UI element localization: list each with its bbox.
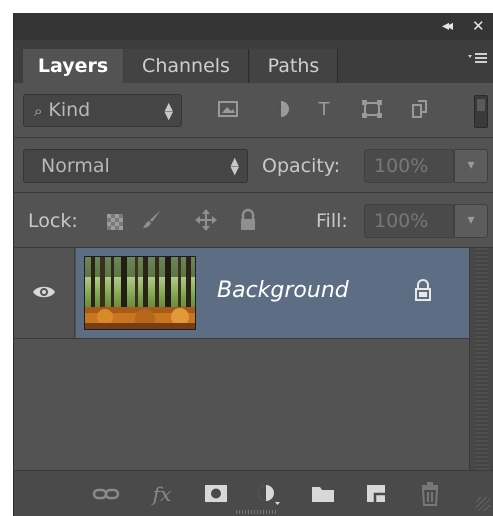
new-group-icon[interactable] [309,481,337,507]
opacity-field[interactable]: 100% [364,149,454,183]
opacity-label: Opacity: [262,155,341,177]
opacity-dropdown-button[interactable]: ▾ [454,149,488,183]
add-mask-icon[interactable] [202,481,230,507]
lock-all-icon[interactable] [236,207,260,233]
blend-mode-select[interactable]: Normal ▲ ▼ [23,149,248,183]
layers-list: Background [14,248,469,470]
type-filter-icon[interactable]: T [312,99,336,121]
layer-name[interactable]: Background [217,278,349,303]
tab-layers[interactable]: Layers [23,49,123,83]
tab-channels[interactable]: Channels [124,49,249,83]
resize-grip-corner[interactable] [476,497,490,511]
search-icon: ⌕ [34,102,43,120]
spin-arrows-icon: ▲ ▼ [164,100,173,122]
fill-field[interactable]: 100% [364,204,454,238]
layers-panel: ◂◂ ✕ Layers Channels Paths ⌕ Kind ▲▼ T [13,13,493,516]
layer-row[interactable]: Background [14,248,469,339]
chevron-down-icon: ▾ [467,157,475,173]
new-layer-icon[interactable] [362,481,390,507]
smart-object-filter-icon[interactable] [408,99,432,121]
panel-tabbar: Layers Channels Paths [14,40,493,83]
filter-kind-select[interactable]: ⌕ Kind ▲ ▼ [23,94,182,127]
panel-footer: fx [14,470,493,516]
lock-label: Lock: [28,210,78,232]
layers-scrollbar[interactable] [469,248,493,470]
visibility-toggle[interactable] [14,248,75,338]
lock-row: Lock: Fill: 100% ▾ [14,193,493,248]
close-icon[interactable]: ✕ [472,17,485,35]
filter-toggle-switch[interactable] [474,95,488,128]
eye-icon [33,286,55,298]
lock-position-icon[interactable] [194,207,218,233]
fx-icon[interactable]: fx [148,481,176,507]
filter-kind-label: Kind [48,99,91,121]
fill-dropdown-button[interactable]: ▾ [454,204,488,238]
link-layers-icon[interactable] [92,481,120,507]
shape-filter-icon[interactable] [360,99,384,121]
lock-transparent-pixels-icon[interactable] [107,214,123,230]
blend-row: Normal ▲ ▼ Opacity: 100% ▾ [14,138,493,193]
tab-paths[interactable]: Paths [250,49,338,83]
chevron-down-icon: ▾ [467,212,475,228]
filter-row: ⌕ Kind ▲ ▼ T [14,83,493,138]
spin-arrows-icon: ▲ ▼ [230,155,239,177]
resize-grip-bottom[interactable] [236,510,276,514]
adjustment-layer-icon[interactable] [254,481,282,507]
layer-body-selected[interactable]: Background [76,248,469,338]
adjustment-filter-icon[interactable] [269,99,293,121]
panel-title-strip: ◂◂ ✕ [14,13,493,40]
lock-image-pixels-icon[interactable] [140,207,164,233]
fill-label: Fill: [316,210,348,232]
panel-menu-icon[interactable] [467,50,489,70]
collapse-icon[interactable]: ◂◂ [442,17,453,35]
image-filter-icon[interactable] [216,99,240,121]
layer-thumbnail [84,256,196,330]
lock-icon [415,279,431,301]
delete-layer-icon[interactable] [416,481,444,507]
blend-mode-value: Normal [41,155,110,177]
